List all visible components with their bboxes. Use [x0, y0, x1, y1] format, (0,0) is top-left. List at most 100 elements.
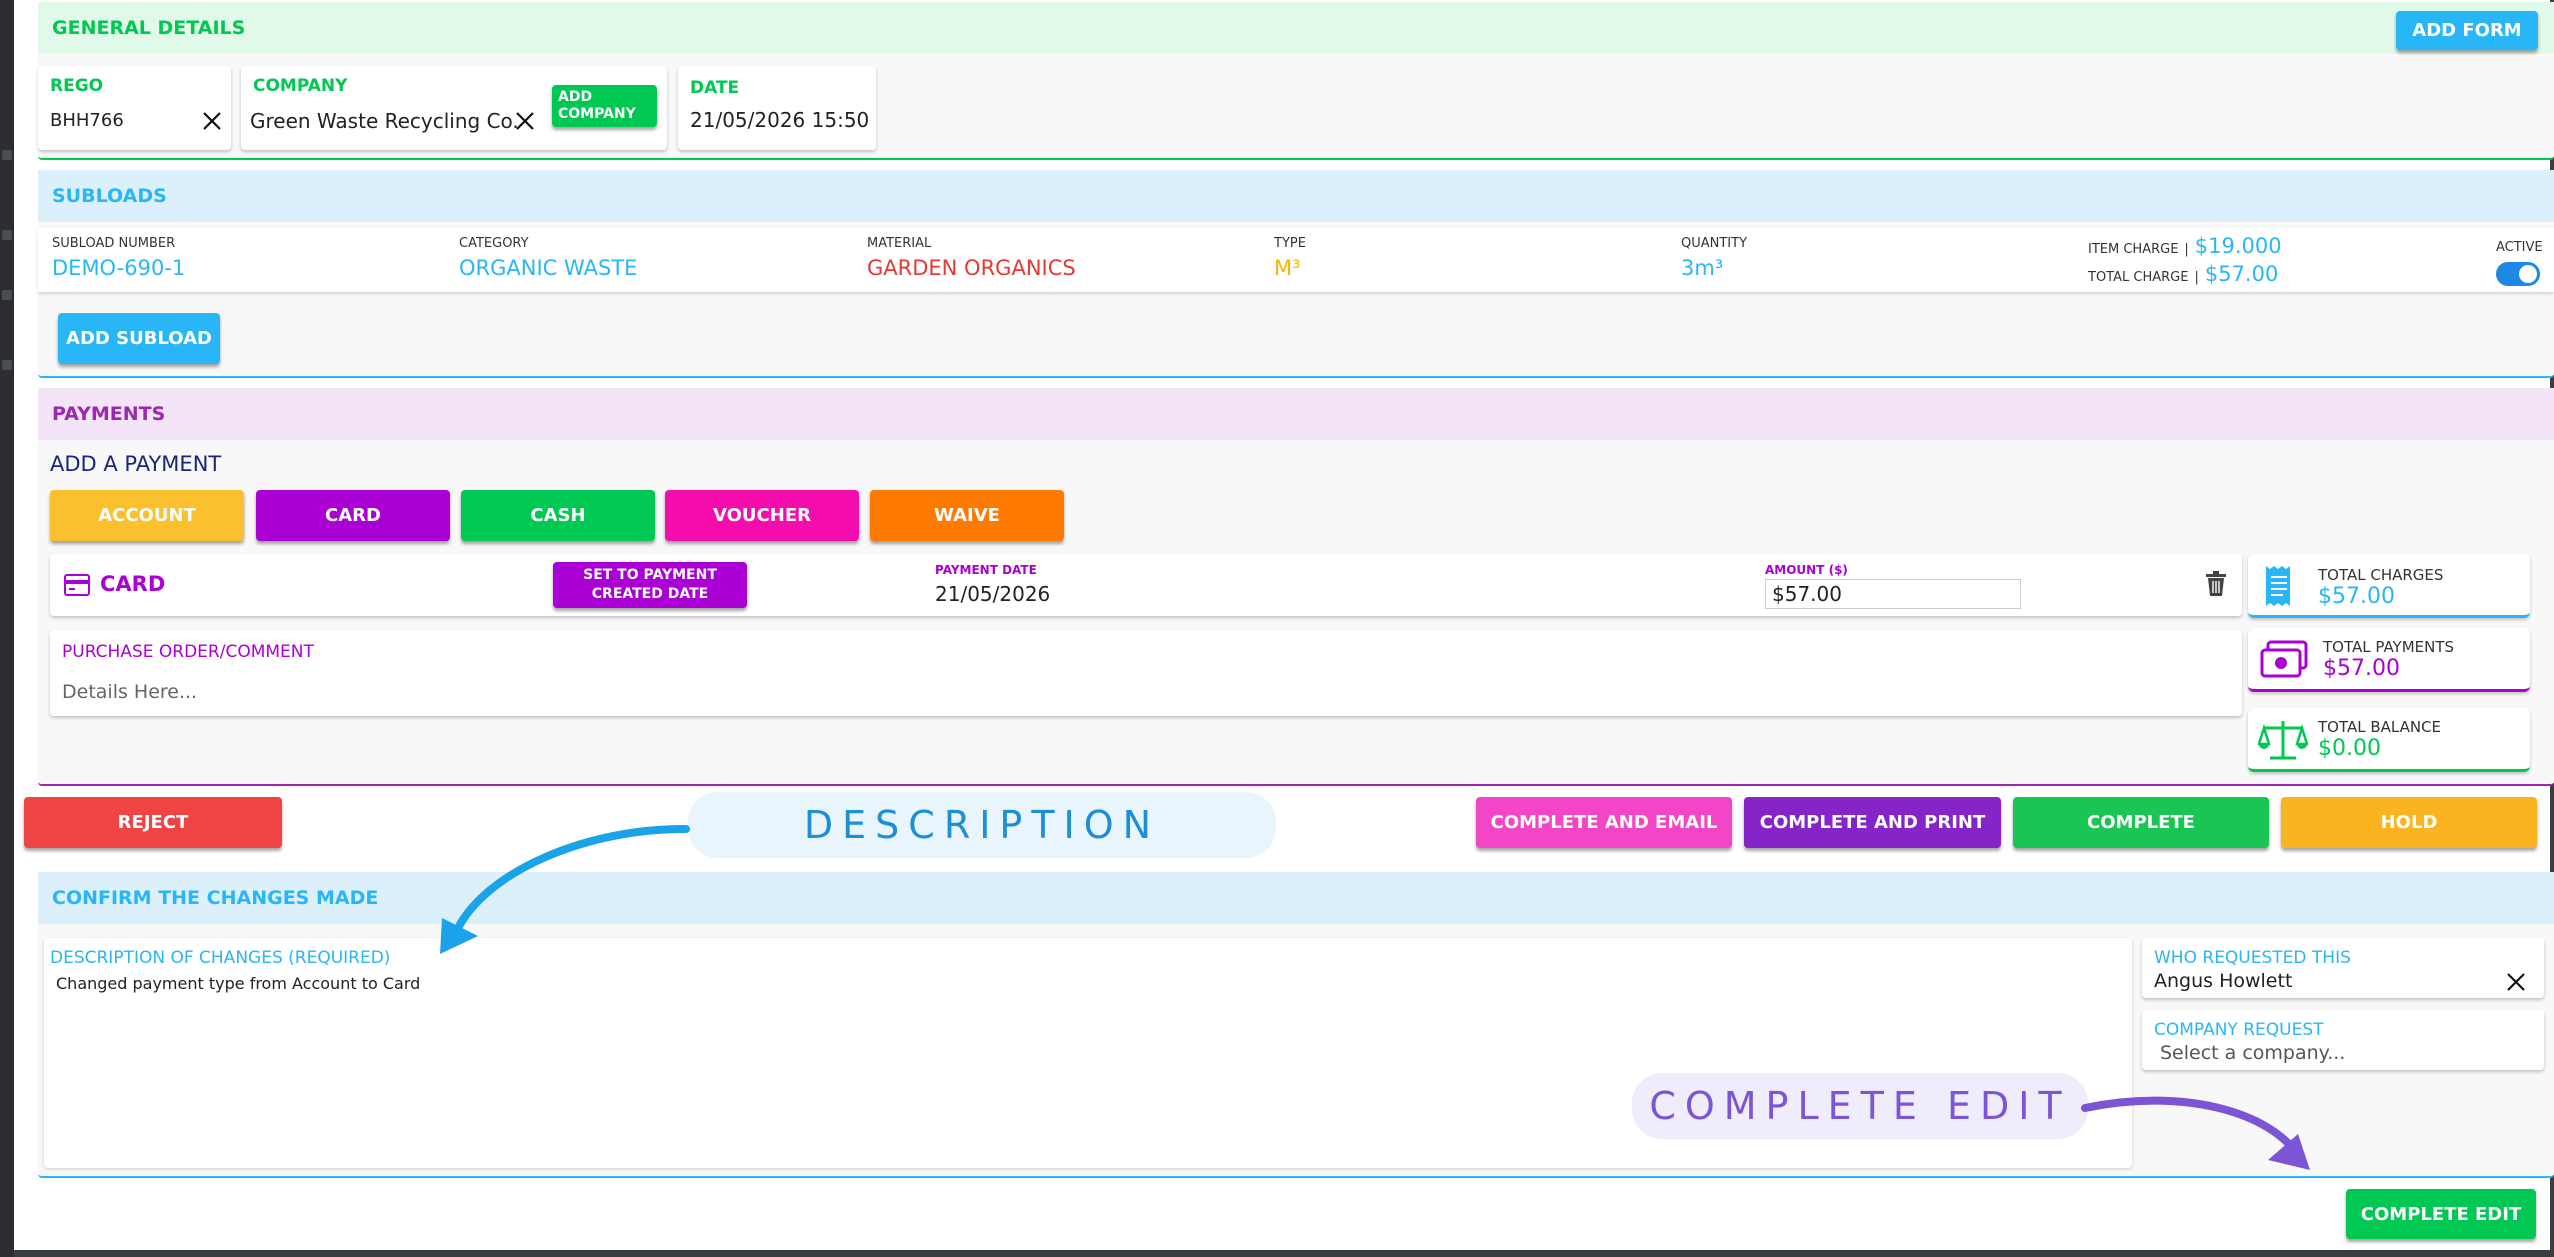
subload-number: DEMO-690-1 [52, 256, 186, 280]
company-request-select[interactable]: Select a company... [2160, 1042, 2345, 1064]
quantity-header: QUANTITY [1681, 236, 1748, 251]
complete-button[interactable]: COMPLETE [2013, 797, 2269, 848]
total-charges-value: $57.00 [2318, 584, 2395, 609]
who-requested-value[interactable]: Angus Howlett [2154, 970, 2292, 992]
section-title: GENERAL DETAILS [52, 17, 246, 39]
category-value: ORGANIC WASTE [459, 256, 638, 280]
reject-button[interactable]: REJECT [24, 797, 282, 848]
general-details-header: GENERAL DETAILS [38, 2, 2554, 54]
edge-marker [2, 290, 12, 300]
company-request-field[interactable]: COMPANY REQUEST Select a company... [2142, 1010, 2544, 1070]
section-title: CONFIRM THE CHANGES MADE [52, 887, 379, 909]
cash-payment-button[interactable]: CASH [461, 490, 655, 541]
description-annotation: DESCRIPTION [688, 792, 1276, 858]
payment-line: CARD SET TO PAYMENT CREATED DATE PAYMENT… [50, 554, 2242, 616]
complete-edit-annotation: COMPLETE EDIT [1632, 1073, 2088, 1139]
total-balance-box: TOTAL BALANCE $0.00 [2248, 708, 2530, 772]
subloads-header: SUBLOADS [38, 170, 2554, 222]
total-balance-value: $0.00 [2318, 736, 2381, 761]
rego-field[interactable]: REGO BHH766 [38, 66, 231, 150]
add-form-button[interactable]: ADD FORM [2396, 11, 2538, 50]
quantity-value: 3m³ [1681, 256, 1724, 280]
general-details-card: GENERAL DETAILS ADD FORM REGO BHH766 COM… [38, 2, 2554, 160]
amount-input[interactable]: $57.00 [1765, 579, 2021, 609]
annotation-text: COMPLETE EDIT [1649, 1084, 2071, 1128]
trash-icon[interactable] [2205, 571, 2227, 597]
category-header: CATEGORY [459, 236, 529, 251]
add-subload-button[interactable]: ADD SUBLOAD [58, 313, 220, 364]
set-payment-date-button[interactable]: SET TO PAYMENT CREATED DATE [553, 562, 747, 608]
voucher-payment-button[interactable]: VOUCHER [665, 490, 859, 541]
receipt-icon [2266, 566, 2290, 606]
company-field[interactable]: COMPANY Green Waste Recycling Co. ADD CO… [241, 66, 667, 150]
total-charges-label: TOTAL CHARGES [2318, 566, 2444, 584]
add-company-button[interactable]: ADD COMPANY [552, 85, 657, 127]
who-requested-field[interactable]: WHO REQUESTED THIS Angus Howlett [2142, 938, 2544, 998]
company-value[interactable]: Green Waste Recycling Co. [250, 109, 519, 133]
edit-form-panel: GENERAL DETAILS ADD FORM REGO BHH766 COM… [14, 0, 2554, 1250]
scale-icon [2258, 721, 2308, 760]
section-title: SUBLOADS [52, 185, 167, 207]
rego-label: REGO [50, 76, 104, 96]
toggle-knob [2519, 265, 2537, 283]
type-header: TYPE [1274, 236, 1306, 251]
section-title: PAYMENTS [52, 403, 166, 425]
complete-and-print-button[interactable]: COMPLETE AND PRINT [1744, 797, 2001, 848]
edge-marker [2, 360, 12, 370]
total-payments-value: $57.00 [2323, 656, 2400, 681]
waive-payment-button[interactable]: WAIVE [870, 490, 1064, 541]
complete-edit-button[interactable]: COMPLETE EDIT [2346, 1189, 2536, 1239]
total-balance-label: TOTAL BALANCE [2318, 718, 2442, 736]
payments-card: PAYMENTS ADD A PAYMENT ACCOUNT CARD CASH… [38, 388, 2554, 786]
company-request-label: COMPANY REQUEST [2154, 1020, 2324, 1040]
close-icon[interactable] [513, 109, 537, 133]
rego-value[interactable]: BHH766 [50, 110, 124, 131]
payment-method: CARD [100, 572, 166, 596]
material-header: MATERIAL [867, 236, 932, 251]
item-charge-value: $19.000 [2194, 234, 2282, 258]
edge-marker [2, 230, 12, 240]
payments-header: PAYMENTS [38, 388, 2554, 440]
item-charge-label: ITEM CHARGE [2088, 242, 2179, 257]
add-payment-heading: ADD A PAYMENT [50, 452, 222, 476]
close-icon[interactable] [2504, 970, 2528, 994]
payment-date-value[interactable]: 21/05/2026 [935, 582, 1050, 606]
total-payments-label: TOTAL PAYMENTS [2323, 638, 2455, 656]
purchase-order-label: PURCHASE ORDER/COMMENT [62, 642, 314, 662]
material-value: GARDEN ORGANICS [867, 256, 1076, 280]
credit-card-icon [64, 574, 90, 596]
active-toggle-switch[interactable] [2496, 262, 2540, 286]
subload-row[interactable]: SUBLOAD NUMBER DEMO-690-1 CATEGORY ORGAN… [38, 228, 2554, 292]
description-input[interactable]: Changed payment type from Account to Car… [56, 974, 420, 993]
complete-and-email-button[interactable]: COMPLETE AND EMAIL [1476, 797, 1732, 848]
payment-date-label: PAYMENT DATE [935, 563, 1037, 577]
purchase-order-field[interactable]: PURCHASE ORDER/COMMENT Details Here... [50, 630, 2242, 716]
card-payment-button[interactable]: CARD [256, 490, 450, 541]
date-field[interactable]: DATE 21/05/2026 15:50 [678, 66, 876, 150]
description-label: DESCRIPTION OF CHANGES (REQUIRED) [50, 948, 391, 968]
date-value[interactable]: 21/05/2026 15:50 [690, 108, 869, 132]
purchase-order-input[interactable]: Details Here... [62, 681, 197, 703]
separator: | [2194, 270, 2199, 285]
confirm-changes-card: CONFIRM THE CHANGES MADE DESCRIPTION OF … [38, 872, 2554, 1178]
separator: | [2184, 242, 2189, 257]
account-payment-button[interactable]: ACCOUNT [50, 490, 244, 541]
type-value: M³ [1274, 256, 1301, 280]
left-window-edge [0, 0, 14, 1257]
close-icon[interactable] [200, 109, 224, 133]
hold-button[interactable]: HOLD [2281, 797, 2537, 848]
subloads-card: SUBLOADS SUBLOAD NUMBER DEMO-690-1 CATEG… [38, 170, 2554, 378]
date-label: DATE [690, 78, 740, 98]
company-label: COMPANY [253, 76, 348, 96]
who-requested-label: WHO REQUESTED THIS [2154, 948, 2351, 968]
total-payments-box: TOTAL PAYMENTS $57.00 [2248, 628, 2530, 692]
total-charges-box: TOTAL CHARGES $57.00 [2248, 554, 2530, 618]
active-header: ACTIVE [2496, 240, 2543, 255]
confirm-header: CONFIRM THE CHANGES MADE [38, 872, 2554, 924]
amount-label: AMOUNT ($) [1765, 563, 1848, 577]
cash-icon [2260, 640, 2308, 678]
subload-number-header: SUBLOAD NUMBER [52, 236, 176, 251]
annotation-text: DESCRIPTION [803, 803, 1161, 847]
total-charge: TOTAL CHARGE | $57.00 [2088, 262, 2278, 286]
item-charge: ITEM CHARGE | $19.000 [2088, 234, 2282, 258]
